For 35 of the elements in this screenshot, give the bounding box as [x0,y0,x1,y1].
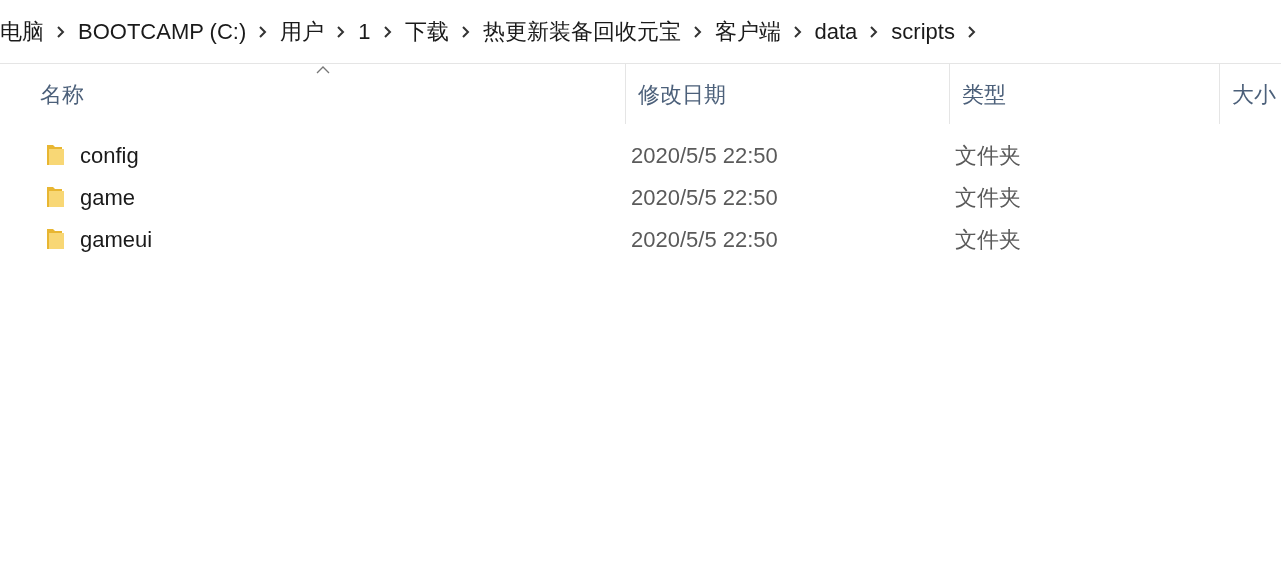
breadcrumb-item[interactable]: 1 [358,15,371,48]
sort-up-icon [316,66,330,74]
file-type: 文件夹 [955,226,1021,252]
folder-icon [44,185,66,209]
folder-icon [44,143,66,167]
modified-date: 2020/5/5 22:50 [631,226,778,252]
breadcrumb-item[interactable]: 客户端 [714,15,781,48]
breadcrumb-item[interactable]: BOOTCAMP (C:) [78,15,247,48]
chevron-right-icon [56,24,66,39]
column-header[interactable]: 修改日期 [626,64,950,124]
breadcrumb-item[interactable]: 下载 [404,15,449,48]
chevron-right-icon [966,24,977,39]
chevron-right-icon [692,24,703,39]
chevron-right-icon [460,24,471,39]
breadcrumb-item[interactable]: scripts [891,15,955,48]
chevron-right-icon [869,24,880,39]
column-header[interactable]: 类型 [950,64,1220,124]
chevron-right-icon [258,24,269,39]
file-name[interactable]: gameui [80,222,153,256]
file-name[interactable]: config [80,138,139,172]
file-type: 文件夹 [955,142,1021,168]
chevron-right-icon [382,24,393,39]
chevron-right-icon [792,24,803,39]
breadcrumb-item[interactable]: 电脑 [0,15,44,48]
breadcrumb-item[interactable]: data [814,15,858,48]
modified-date: 2020/5/5 22:50 [631,142,778,168]
column-header[interactable]: 名称 [0,64,626,124]
breadcrumb-item[interactable]: 用户 [280,15,325,48]
chevron-right-icon [336,24,347,39]
column-header[interactable]: 大小 [1220,64,1281,124]
breadcrumb-item[interactable]: 热更新装备回收元宝 [482,15,681,48]
modified-date: 2020/5/5 22:50 [631,184,778,210]
file-type: 文件夹 [955,184,1021,210]
folder-icon [44,227,66,251]
file-name[interactable]: game [80,180,136,214]
